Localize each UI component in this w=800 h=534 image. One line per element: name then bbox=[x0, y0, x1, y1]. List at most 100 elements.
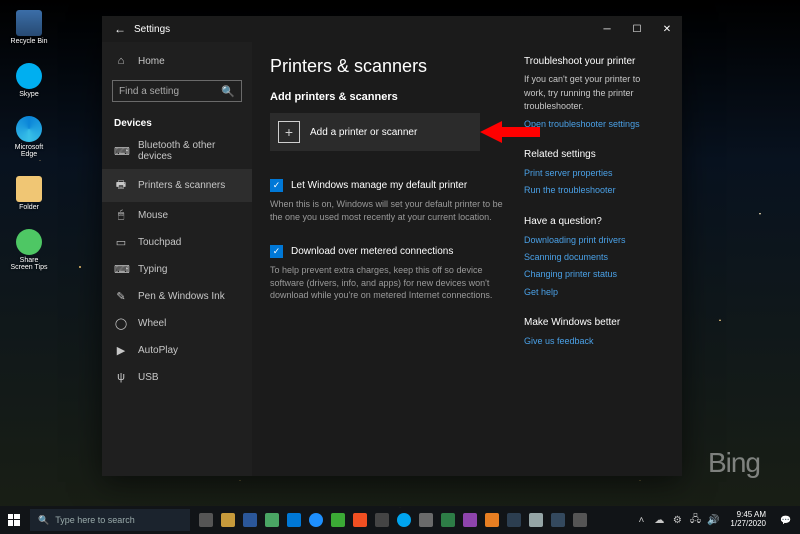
taskbar-app[interactable] bbox=[284, 506, 304, 534]
sidebar-item-printers[interactable]: 🖶 Printers & scanners bbox=[102, 169, 252, 202]
taskbar-app[interactable] bbox=[262, 506, 282, 534]
search-input[interactable]: Find a setting 🔍 bbox=[112, 80, 242, 102]
taskbar-clock[interactable]: 9:45 AM 1/27/2020 bbox=[724, 511, 772, 529]
checkmark-icon: ✓ bbox=[270, 245, 283, 258]
sidebar-group-header: Devices bbox=[102, 112, 252, 133]
tray-chevron-icon[interactable]: ˄ bbox=[634, 513, 648, 527]
sidebar-item-label: AutoPlay bbox=[138, 345, 178, 356]
taskbar-app[interactable] bbox=[526, 506, 546, 534]
tray-network-icon[interactable]: 🖧 bbox=[688, 513, 702, 527]
troubleshoot-link[interactable]: Open troubleshooter settings bbox=[524, 117, 664, 131]
tray-icon[interactable]: ⚙ bbox=[670, 513, 684, 527]
q-link-scanning[interactable]: Scanning documents bbox=[524, 250, 664, 264]
folder-icon bbox=[16, 176, 42, 202]
metered-checkbox-row[interactable]: ✓ Download over metered connections bbox=[270, 245, 506, 258]
question-title: Have a question? bbox=[524, 216, 664, 227]
taskbar-search[interactable]: 🔍 Type here to search bbox=[30, 509, 190, 531]
taskbar-app[interactable] bbox=[372, 506, 392, 534]
taskbar-app[interactable] bbox=[570, 506, 590, 534]
tray-icon[interactable]: ☁ bbox=[652, 513, 666, 527]
taskbar-app[interactable] bbox=[394, 506, 414, 534]
bluetooth-icon: ⌨ bbox=[114, 145, 128, 158]
sidebar-item-label: Wheel bbox=[138, 318, 166, 329]
taskbar-app[interactable] bbox=[350, 506, 370, 534]
wheel-icon: ◯ bbox=[114, 317, 128, 330]
related-link-troubleshooter[interactable]: Run the troubleshooter bbox=[524, 183, 664, 197]
taskbar-app[interactable] bbox=[306, 506, 326, 534]
add-printer-button[interactable]: + Add a printer or scanner bbox=[270, 113, 480, 151]
task-view-button[interactable] bbox=[196, 506, 216, 534]
desktop-icon-folder[interactable]: Folder bbox=[8, 176, 50, 211]
q-link-drivers[interactable]: Downloading print drivers bbox=[524, 233, 664, 247]
sidebar-item-label: Touchpad bbox=[138, 237, 181, 248]
sidebar-item-mouse[interactable]: 🖱 Mouse bbox=[102, 202, 252, 229]
skype-icon bbox=[16, 63, 42, 89]
typing-icon: ⌨ bbox=[114, 263, 128, 276]
better-title: Make Windows better bbox=[524, 317, 664, 328]
taskbar: 🔍 Type here to search ˄ ☁ ⚙ 🖧 🔊 9:45 AM … bbox=[0, 506, 800, 534]
sidebar-item-autoplay[interactable]: ▶ AutoPlay bbox=[102, 337, 252, 364]
taskbar-app[interactable] bbox=[328, 506, 348, 534]
default-printer-checkbox-row[interactable]: ✓ Let Windows manage my default printer bbox=[270, 179, 506, 192]
sidebar: ⌂ Home Find a setting 🔍 Devices ⌨ Bluetoo… bbox=[102, 42, 252, 476]
sidebar-item-usb[interactable]: ψUSB bbox=[102, 364, 252, 390]
sidebar-item-label: Typing bbox=[138, 264, 167, 275]
back-button[interactable]: ← bbox=[110, 22, 130, 36]
window-title: Settings bbox=[130, 24, 592, 35]
minimize-button[interactable]: ─ bbox=[592, 16, 622, 42]
checkmark-icon: ✓ bbox=[270, 179, 283, 192]
taskbar-app[interactable] bbox=[438, 506, 458, 534]
sidebar-home[interactable]: ⌂ Home bbox=[102, 48, 252, 74]
q-link-help[interactable]: Get help bbox=[524, 285, 664, 299]
taskbar-app[interactable] bbox=[548, 506, 568, 534]
taskbar-app[interactable] bbox=[240, 506, 260, 534]
start-button[interactable] bbox=[0, 514, 28, 526]
taskbar-app[interactable] bbox=[482, 506, 502, 534]
edge-icon bbox=[16, 116, 42, 142]
action-center-button[interactable]: 💬 bbox=[776, 515, 796, 526]
troubleshoot-text: If you can't get your printer to work, t… bbox=[524, 73, 664, 114]
home-icon: ⌂ bbox=[114, 55, 128, 67]
troubleshoot-title: Troubleshoot your printer bbox=[524, 56, 664, 67]
feedback-link[interactable]: Give us feedback bbox=[524, 334, 664, 348]
close-button[interactable]: ✕ bbox=[652, 16, 682, 42]
taskbar-app[interactable] bbox=[504, 506, 524, 534]
sidebar-home-label: Home bbox=[138, 56, 165, 67]
desktop-icon-label: Microsoft Edge bbox=[8, 144, 50, 158]
sidebar-item-label: Printers & scanners bbox=[138, 180, 225, 191]
maximize-button[interactable]: ☐ bbox=[622, 16, 652, 42]
search-icon: 🔍 bbox=[38, 515, 49, 526]
q-link-status[interactable]: Changing printer status bbox=[524, 267, 664, 281]
sidebar-item-typing[interactable]: ⌨ Typing bbox=[102, 256, 252, 283]
taskbar-app[interactable] bbox=[218, 506, 238, 534]
mouse-icon: 🖱 bbox=[114, 209, 128, 222]
related-link-print-server[interactable]: Print server properties bbox=[524, 166, 664, 180]
add-printer-label: Add a printer or scanner bbox=[310, 127, 417, 138]
desktop-icon-skype[interactable]: Skype bbox=[8, 63, 50, 98]
sidebar-item-bluetooth[interactable]: ⌨ Bluetooth & other devices bbox=[102, 133, 252, 169]
sidebar-item-label: Bluetooth & other devices bbox=[138, 140, 240, 162]
desktop-icon-share[interactable]: Share Screen Tips bbox=[8, 229, 50, 271]
sidebar-item-touchpad[interactable]: ▭ Touchpad bbox=[102, 229, 252, 256]
annotation-arrow-icon bbox=[480, 119, 540, 145]
taskbar-app[interactable] bbox=[416, 506, 436, 534]
desktop-icon-recycle-bin[interactable]: Recycle Bin bbox=[8, 10, 50, 45]
share-icon bbox=[16, 229, 42, 255]
desktop-icon-label: Recycle Bin bbox=[11, 38, 48, 45]
tray-volume-icon[interactable]: 🔊 bbox=[706, 513, 720, 527]
pen-icon: ✎ bbox=[114, 290, 128, 303]
printer-icon: 🖶 bbox=[114, 176, 128, 195]
sidebar-item-label: USB bbox=[138, 372, 159, 383]
metered-description: To help prevent extra charges, keep this… bbox=[270, 264, 506, 302]
desktop-icon-edge[interactable]: Microsoft Edge bbox=[8, 116, 50, 158]
sidebar-item-label: Pen & Windows Ink bbox=[138, 291, 225, 302]
sidebar-item-wheel[interactable]: ◯ Wheel bbox=[102, 310, 252, 337]
taskbar-app[interactable] bbox=[460, 506, 480, 534]
desktop-icons: Recycle Bin Skype Microsoft Edge Folder … bbox=[8, 10, 50, 271]
touchpad-icon: ▭ bbox=[114, 236, 128, 249]
autoplay-icon: ▶ bbox=[114, 344, 128, 357]
sidebar-item-pen[interactable]: ✎ Pen & Windows Ink bbox=[102, 283, 252, 310]
taskbar-date: 1/27/2020 bbox=[730, 520, 766, 529]
titlebar[interactable]: ← Settings ─ ☐ ✕ bbox=[102, 16, 682, 42]
sidebar-item-label: Mouse bbox=[138, 210, 168, 221]
